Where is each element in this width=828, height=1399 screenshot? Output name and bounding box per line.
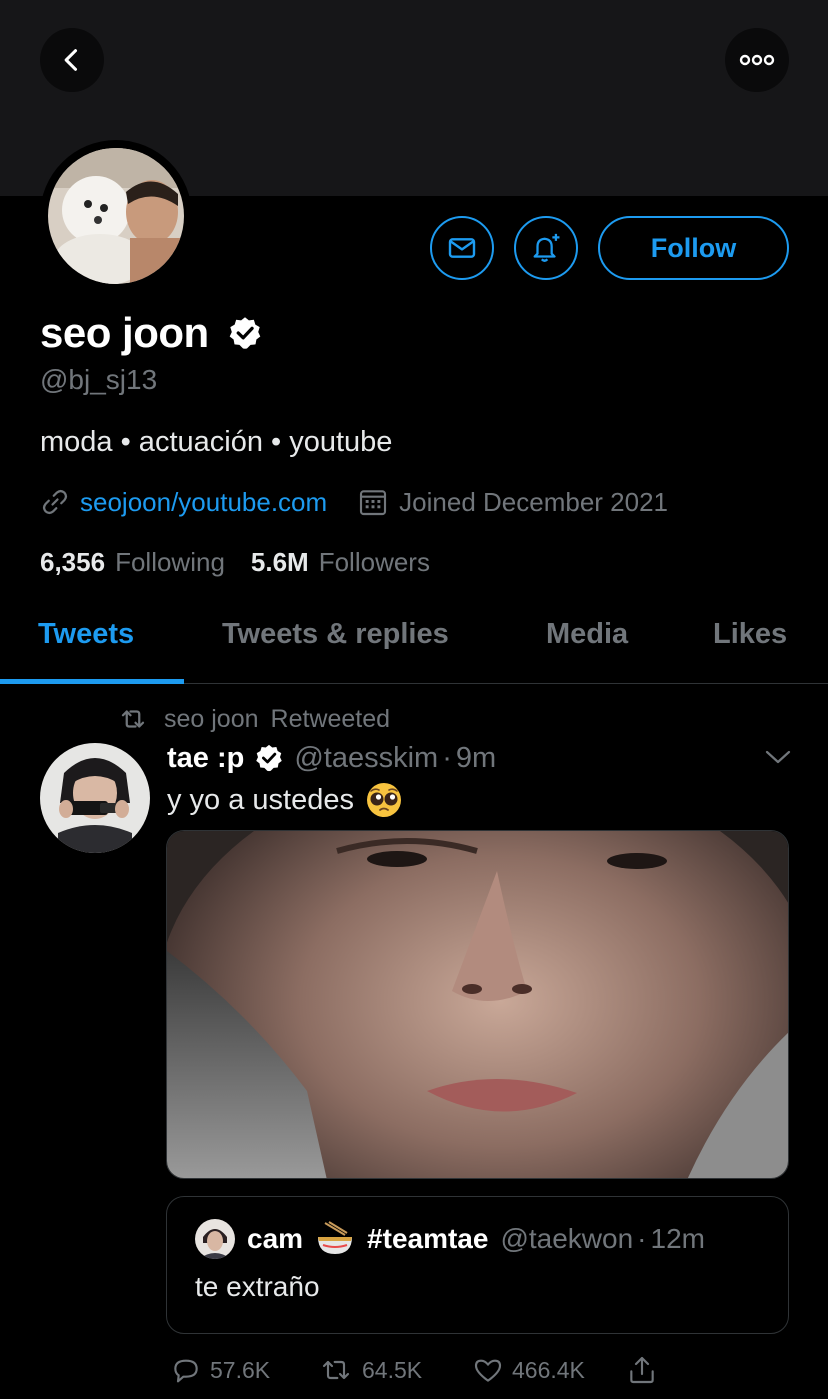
notifications-button[interactable] xyxy=(514,216,578,280)
calendar-icon xyxy=(357,486,389,518)
more-options-button[interactable] xyxy=(725,28,789,92)
quoted-author-avatar xyxy=(195,1219,235,1259)
tweet-header: tae :p @taesskim · 9m xyxy=(167,738,496,778)
followers-label[interactable]: Followers xyxy=(319,547,430,578)
like-button[interactable]: 466.4K xyxy=(472,1350,585,1390)
mail-icon xyxy=(448,238,476,258)
quoted-tweet-header: cam #teamtae @taekwon · 12m xyxy=(195,1219,705,1259)
share-button[interactable] xyxy=(626,1350,658,1390)
active-tab-indicator xyxy=(0,679,184,684)
chevron-down-icon xyxy=(765,750,791,764)
tweet-author-avatar[interactable] xyxy=(40,743,150,853)
tweet-author-handle[interactable]: @taesskim xyxy=(294,742,438,775)
profile-meta: seojoon/youtube.com Joined December 2021 xyxy=(40,482,668,522)
retweet-icon xyxy=(121,710,145,728)
profile-handle: @bj_sj13 xyxy=(40,364,158,395)
profile-tabs: Tweets Tweets & replies Media Likes xyxy=(0,600,828,684)
tab-tweets[interactable]: Tweets xyxy=(38,618,134,651)
follow-stats: 6,356 Following 5.6M Followers xyxy=(40,542,430,582)
joined-date: Joined December 2021 xyxy=(399,486,669,517)
verified-badge-icon xyxy=(227,315,263,351)
profile-bio: moda • actuación • youtube xyxy=(40,426,393,458)
quoted-tweet-text: te extraño xyxy=(195,1271,320,1302)
tab-tweets-replies[interactable]: Tweets & replies xyxy=(222,618,449,651)
reply-count: 57.6K xyxy=(210,1356,271,1383)
retweet-icon xyxy=(322,1360,350,1380)
display-name: seo joon xyxy=(40,309,209,356)
reply-button[interactable]: 57.6K xyxy=(170,1350,270,1390)
back-button[interactable] xyxy=(40,28,104,92)
link-icon xyxy=(42,489,68,515)
quoted-tweet-time: 12m xyxy=(650,1223,705,1254)
tweet-author-name[interactable]: tae :p xyxy=(167,742,244,775)
verified-badge-icon xyxy=(254,743,284,773)
separator-dot: · xyxy=(442,741,452,774)
profile-avatar[interactable] xyxy=(40,140,192,292)
followers-count[interactable]: 5.6M xyxy=(251,547,309,578)
website-link[interactable]: seojoon/youtube.com xyxy=(80,487,327,518)
like-icon xyxy=(474,1359,502,1382)
tweet-time[interactable]: 9m xyxy=(456,742,496,775)
tweet-options-button[interactable] xyxy=(764,748,792,771)
retweet-button[interactable]: 64.5K xyxy=(318,1350,422,1390)
following-count[interactable]: 6,356 xyxy=(40,547,105,578)
tweet-actions: 57.6K 64.5K 466.4K xyxy=(170,1350,670,1390)
retweeted-label: Retweeted xyxy=(270,704,391,733)
follow-button[interactable]: Follow xyxy=(598,216,789,280)
retweet-context: seo joon Retweeted xyxy=(118,702,390,736)
tweet-body: y yo a ustedes xyxy=(167,780,402,820)
tab-media[interactable]: Media xyxy=(546,618,628,651)
back-arrow-icon xyxy=(64,49,78,71)
separator-dot: · xyxy=(637,1223,647,1254)
like-count: 466.4K xyxy=(512,1356,585,1383)
retweeted-by[interactable]: seo joon xyxy=(164,705,259,734)
more-options-icon xyxy=(739,54,775,66)
bell-plus-icon xyxy=(533,233,560,262)
share-icon xyxy=(630,1356,654,1384)
reply-icon xyxy=(174,1359,198,1383)
quoted-hashtag: #teamtae xyxy=(367,1223,489,1254)
tweet-text: y yo a ustedes xyxy=(167,783,354,816)
quoted-author-name: cam xyxy=(247,1223,304,1254)
ramen-bowl-emoji xyxy=(315,1221,355,1257)
pleading-face-emoji xyxy=(366,782,402,818)
quoted-author-handle: @taekwon xyxy=(500,1223,634,1254)
quoted-tweet[interactable]: cam #teamtae @taekwon · 12m te extraño xyxy=(166,1196,789,1334)
profile-name-row: seo joon xyxy=(40,306,263,360)
tweet-photo[interactable] xyxy=(166,830,789,1179)
avatar-photo xyxy=(48,148,184,284)
tab-likes[interactable]: Likes xyxy=(713,618,787,651)
retweet-count: 64.5K xyxy=(362,1356,423,1383)
following-label[interactable]: Following xyxy=(115,547,225,578)
message-button[interactable] xyxy=(430,216,494,280)
